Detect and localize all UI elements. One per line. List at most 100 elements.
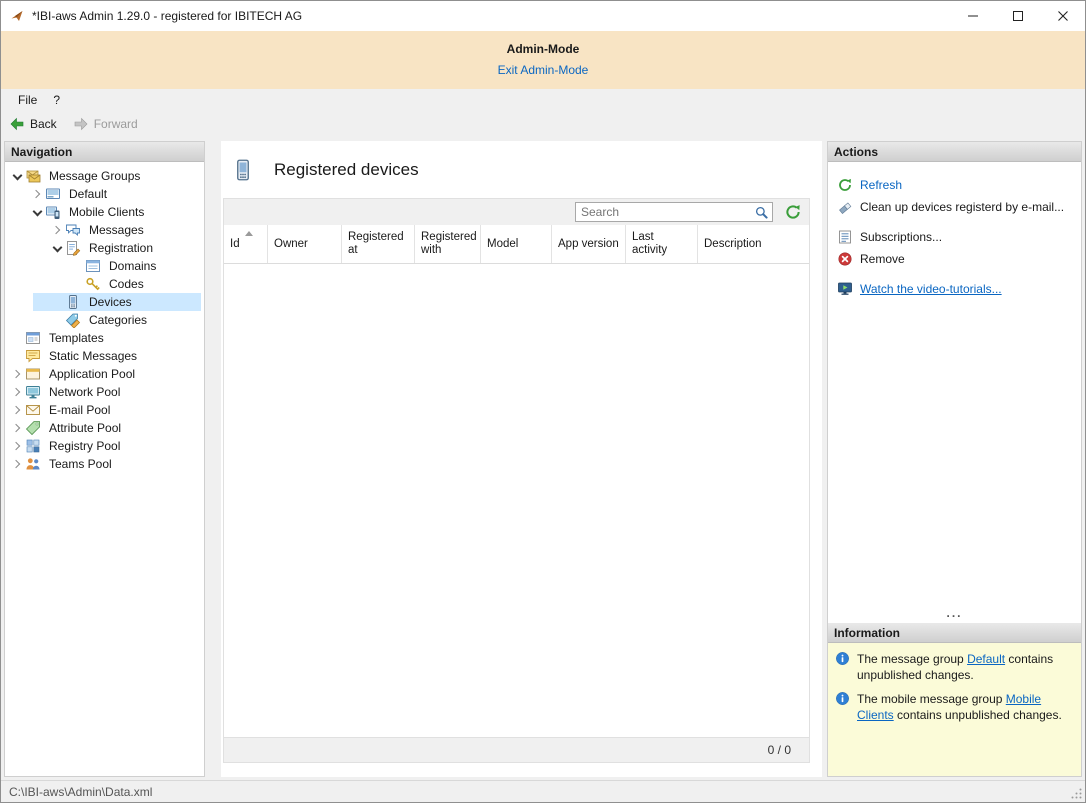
tree-item-mobile-clients[interactable]: Mobile Clients xyxy=(5,203,204,221)
close-button[interactable] xyxy=(1040,1,1085,31)
tree-indent-spacer xyxy=(69,258,85,274)
column-label: App version xyxy=(558,238,619,251)
tree-item-static-messages[interactable]: Static Messages xyxy=(5,347,204,365)
search-input[interactable] xyxy=(576,204,750,220)
registered-devices-icon xyxy=(231,156,255,184)
action-remove[interactable]: Remove xyxy=(828,248,1081,270)
attribute-tag-icon xyxy=(25,420,41,436)
resize-grip[interactable] xyxy=(1069,786,1083,800)
registry-grid-icon xyxy=(25,438,41,454)
tree-indent-spacer xyxy=(49,312,65,328)
action-subscriptions[interactable]: Subscriptions... xyxy=(828,226,1081,248)
tree-item-teams-pool[interactable]: Teams Pool xyxy=(5,455,204,473)
app-window-icon xyxy=(25,366,41,382)
refresh-grid-icon[interactable] xyxy=(784,203,802,221)
chevron-right-icon[interactable] xyxy=(9,366,25,382)
action-clean-up-devices[interactable]: Clean up devices registerd by e-mail... xyxy=(828,196,1081,218)
page-title: Registered devices xyxy=(274,160,419,180)
tree-item-codes[interactable]: Codes xyxy=(5,275,204,293)
back-button[interactable]: Back xyxy=(9,116,57,132)
menu-file[interactable]: File xyxy=(10,89,45,111)
column-header-registered-with[interactable]: Registered with xyxy=(415,225,481,263)
forward-button-label: Forward xyxy=(94,117,138,131)
column-header-description[interactable]: Description xyxy=(698,225,809,263)
action-label: Refresh xyxy=(860,178,902,192)
minimize-button[interactable] xyxy=(950,1,995,31)
column-label: Description xyxy=(704,238,762,251)
action-label: Remove xyxy=(860,252,905,266)
tree-item-categories[interactable]: Categories xyxy=(5,311,204,329)
title-bar: *IBI-aws Admin 1.29.0 - registered for I… xyxy=(1,1,1085,31)
search-icon[interactable] xyxy=(750,203,772,221)
tree-item-messages[interactable]: Messages xyxy=(5,221,204,239)
chevron-right-icon[interactable] xyxy=(9,456,25,472)
tree-item-default[interactable]: Default xyxy=(5,185,204,203)
column-header-last-activity[interactable]: Last activity xyxy=(626,225,698,263)
column-header-registered-at[interactable]: Registered at xyxy=(342,225,415,263)
info-link-default[interactable]: Default xyxy=(967,652,1005,666)
tree-item-message-groups[interactable]: Message Groups xyxy=(5,167,204,185)
info-text-prefix: The message group xyxy=(857,652,967,666)
exit-admin-mode-link[interactable]: Exit Admin-Mode xyxy=(498,63,589,77)
tree-item-label: Codes xyxy=(106,276,147,292)
tree-indent-spacer xyxy=(9,330,25,346)
tree-item-devices[interactable]: Devices xyxy=(5,293,204,311)
chevron-down-icon[interactable] xyxy=(49,240,65,256)
tree-item-registry-pool[interactable]: Registry Pool xyxy=(5,437,204,455)
actions-panel-header: Actions xyxy=(828,142,1081,162)
menu-help[interactable]: ? xyxy=(45,89,68,111)
column-header-id[interactable]: Id xyxy=(224,225,268,263)
action-refresh[interactable]: Refresh xyxy=(828,174,1081,196)
table-body-empty[interactable] xyxy=(224,264,809,737)
info-text: The mobile message group Mobile Clients … xyxy=(857,691,1074,723)
tree-item-label: Categories xyxy=(86,312,150,328)
close-icon xyxy=(1058,11,1068,21)
chevron-right-icon[interactable] xyxy=(9,438,25,454)
chevron-down-icon[interactable] xyxy=(9,168,25,184)
tree-item-network-pool[interactable]: Network Pool xyxy=(5,383,204,401)
tree-item-label: Default xyxy=(66,186,110,202)
tree-item-label: Static Messages xyxy=(46,348,140,364)
tree-item-label: Messages xyxy=(86,222,147,238)
action-watch-video-tutorials[interactable]: Watch the video-tutorials... xyxy=(828,278,1081,300)
tree-indent-spacer xyxy=(9,348,25,364)
message-group-icon xyxy=(45,186,61,202)
tree-item-templates[interactable]: Templates xyxy=(5,329,204,347)
tree-indent-spacer xyxy=(49,294,65,310)
tree-item-label: Devices xyxy=(86,294,135,310)
column-header-model[interactable]: Model xyxy=(481,225,552,263)
column-label: Model xyxy=(487,238,518,251)
navigation-tree: Message Groups Default Mobile Clients Me… xyxy=(5,162,204,473)
tree-item-application-pool[interactable]: Application Pool xyxy=(5,365,204,383)
chevron-right-icon[interactable] xyxy=(9,420,25,436)
chevron-right-icon[interactable] xyxy=(49,222,65,238)
admin-mode-banner: Admin-Mode Exit Admin-Mode xyxy=(1,31,1085,89)
tree-item-label: Mobile Clients xyxy=(66,204,147,220)
chevron-right-icon[interactable] xyxy=(9,402,25,418)
panel-splitter-handle[interactable]: ... xyxy=(828,608,1081,618)
chevron-right-icon[interactable] xyxy=(9,384,25,400)
column-header-app-version[interactable]: App version xyxy=(552,225,626,263)
envelope-icon xyxy=(25,402,41,418)
column-header-owner[interactable]: Owner xyxy=(268,225,342,263)
mobile-device-icon xyxy=(65,294,81,310)
tree-item-label: Teams Pool xyxy=(46,456,115,472)
navigation-panel: Navigation Message Groups Default Mobile… xyxy=(4,141,205,777)
information-section: Information The message group Default co… xyxy=(828,623,1081,776)
forward-button[interactable]: Forward xyxy=(73,116,138,132)
tree-item-email-pool[interactable]: E-mail Pool xyxy=(5,401,204,419)
message-groups-icon xyxy=(25,168,41,184)
chevron-right-icon[interactable] xyxy=(29,186,45,202)
maximize-button[interactable] xyxy=(995,1,1040,31)
registration-icon xyxy=(65,240,81,256)
tree-item-attribute-pool[interactable]: Attribute Pool xyxy=(5,419,204,437)
tree-item-domains[interactable]: Domains xyxy=(5,257,204,275)
app-logo-icon xyxy=(9,8,25,24)
tree-item-label: Attribute Pool xyxy=(46,420,124,436)
main-header: Registered devices xyxy=(221,141,822,198)
devices-grid: Id Owner Registered at Registered with M… xyxy=(223,198,810,763)
tree-item-registration[interactable]: Registration xyxy=(5,239,204,257)
tree-item-label: Message Groups xyxy=(46,168,143,184)
actions-panel: Actions Refresh Clean up devices registe… xyxy=(827,141,1082,777)
chevron-down-icon[interactable] xyxy=(29,204,45,220)
